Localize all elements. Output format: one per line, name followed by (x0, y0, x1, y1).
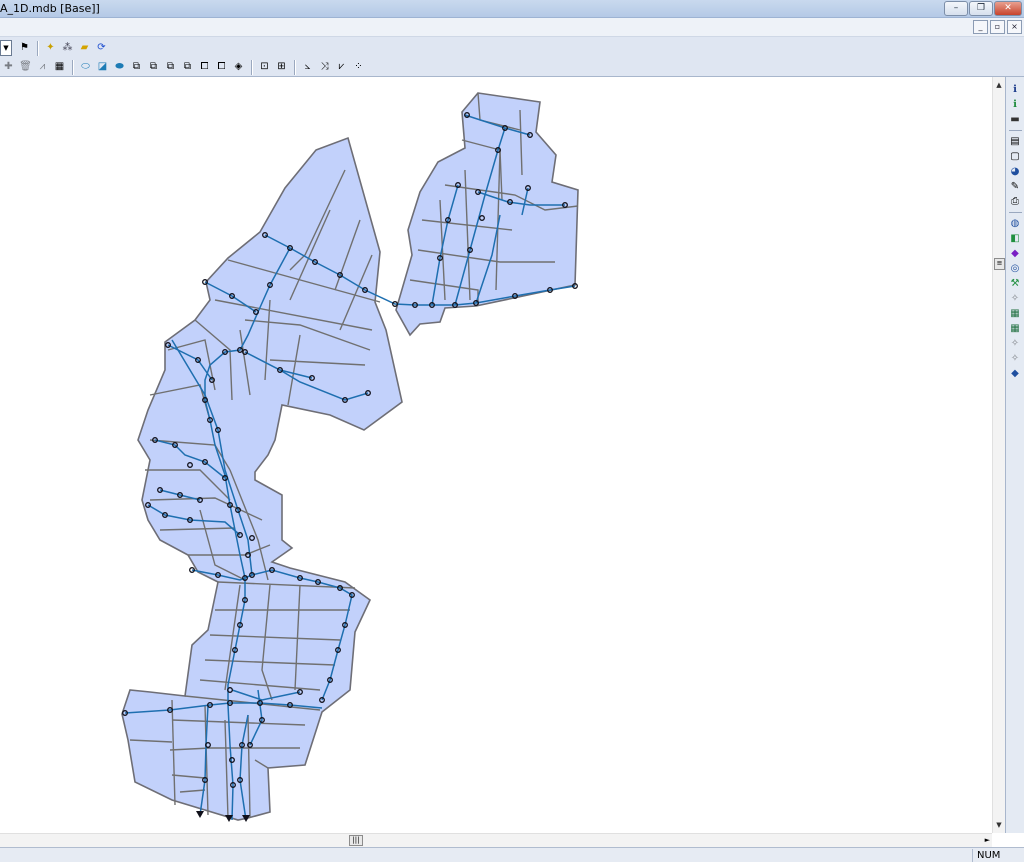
document-controls: _ ▫ × (973, 20, 1022, 34)
flow-icon[interactable]: ⤨ (317, 59, 332, 75)
toolbar-separator (294, 59, 295, 75)
copy-icon[interactable]: ⧠ (197, 59, 212, 75)
delete-icon[interactable]: 🗑 (18, 59, 33, 75)
window-controls: – ❐ ✕ (944, 1, 1022, 16)
toolbar-row-2: ✚ 🗑 ⩘ ▦ ⬭ ◪ ⬬ ⧉ ⧉ ⧉ ⧉ ⧠ ⧠ ◈ ⊡ ⊞ ⦣ ⤨ ⩗ ⁘ (0, 57, 367, 77)
scroll-down-button[interactable]: ▼ (993, 819, 1005, 831)
link-icon[interactable]: ⬬ (112, 59, 127, 75)
layers-icon[interactable]: ◧ (1008, 232, 1022, 245)
profile-icon[interactable]: ⦣ (300, 59, 315, 75)
pin-icon[interactable]: ◆ (1008, 247, 1022, 260)
right-toolbar: ℹ ℹ ▬ ▤ ▢ ◕ ✎ ⎙ ◍ ◧ ◆ ◎ ⚒ ✧ ▦ ▦ ✧ ✧ ◆ (1005, 77, 1024, 833)
select-icon-3[interactable]: ⧉ (163, 59, 178, 75)
layer-dropdown[interactable]: ▼ (0, 40, 12, 56)
add-icon[interactable]: ✚ (1, 59, 16, 75)
application-window: A_1D.mdb [Base]] – ❐ ✕ _ ▫ × ▼ ⚑ ✦ ⁂ ▰ ⟳ ✚ 🗑 ⩘ ▦… (0, 0, 1024, 862)
toolbar-row-1: ▼ ⚑ ✦ ⁂ ▰ ⟳ (0, 38, 110, 58)
close-button[interactable]: ✕ (994, 1, 1022, 16)
search-icon[interactable]: ◎ (1008, 262, 1022, 275)
restore-button[interactable]: ❐ (969, 1, 993, 16)
horizontal-scroll-thumb[interactable]: ||| (349, 835, 363, 846)
grid-icon[interactable]: ▦ (1008, 307, 1022, 320)
doc-minimize-button[interactable]: _ (973, 20, 988, 34)
info-green-icon[interactable]: ℹ (1008, 98, 1022, 111)
cube-icon[interactable]: ◆ (1008, 367, 1022, 380)
print-icon[interactable]: ⎙ (1008, 195, 1022, 208)
coordinate-icon[interactable]: ⁘ (351, 59, 366, 75)
select-icon-4[interactable]: ⧉ (180, 59, 195, 75)
info-icon[interactable]: ℹ (1008, 83, 1022, 96)
tool-disabled-icon[interactable]: ✧ (1008, 292, 1022, 305)
map-view[interactable] (0, 77, 992, 833)
select-icon-2[interactable]: ⧉ (146, 59, 161, 75)
edit-icon[interactable]: ✎ (1008, 180, 1022, 193)
tool-disabled-2-icon[interactable]: ✧ (1008, 337, 1022, 350)
folder-icon[interactable]: ▰ (77, 40, 92, 56)
vertical-scrollbar[interactable]: ▲ ≡ ▼ (992, 77, 1005, 833)
window-title: A_1D.mdb [Base]] (0, 2, 100, 15)
scroll-right-button[interactable]: ► (985, 834, 990, 847)
scroll-up-button[interactable]: ▲ (993, 79, 1005, 91)
doc-restore-button[interactable]: ▫ (990, 20, 1005, 34)
properties-icon[interactable]: ▤ (1008, 135, 1022, 148)
toolbar-separator (1008, 130, 1022, 131)
network-map[interactable] (0, 77, 992, 833)
graph-icon[interactable]: ⩗ (334, 59, 349, 75)
select-icon-1[interactable]: ⧉ (129, 59, 144, 75)
globe-icon[interactable]: ◍ (1008, 217, 1022, 230)
toolbar-separator (251, 59, 252, 75)
toolbar-separator (1008, 212, 1022, 213)
tag-icon[interactable]: ◈ (231, 59, 246, 75)
toolbar-separator (72, 59, 73, 75)
import-icon[interactable]: ⊞ (274, 59, 289, 75)
num-lock-indicator: NUM (972, 849, 1022, 862)
flag-icon[interactable]: ⚑ (17, 40, 32, 56)
chart-icon[interactable]: ⩘ (35, 59, 50, 75)
menu-bar: _ ▫ × (0, 18, 1024, 37)
add-element-icon[interactable]: ✦ (43, 40, 58, 56)
status-bar: NUM (0, 847, 1024, 862)
minus-icon[interactable]: ▬ (1008, 113, 1022, 126)
grid-2-icon[interactable]: ▦ (1008, 322, 1022, 335)
node-icon[interactable]: ◪ (95, 59, 110, 75)
subcatchment-icon[interactable]: ⬭ (78, 59, 93, 75)
horizontal-scrollbar[interactable]: ||| ► (0, 833, 992, 847)
toolbar-area: ▼ ⚑ ✦ ⁂ ▰ ⟳ ✚ 🗑 ⩘ ▦ ⬭ ◪ ⬬ ⧉ ⧉ ⧉ ⧉ ⧠ ⧠ ◈ ⊡ ⊞ ⦣ ⤨ ⩗ ⁘ (0, 37, 1024, 77)
network-icon[interactable]: ⁂ (60, 40, 75, 56)
zoom-icon[interactable]: ◕ (1008, 165, 1022, 178)
edit-table-icon[interactable]: ▦ (52, 59, 67, 75)
refresh-icon[interactable]: ⟳ (94, 40, 109, 56)
minimize-button[interactable]: – (944, 1, 968, 16)
tools-icon[interactable]: ⚒ (1008, 277, 1022, 290)
title-bar: A_1D.mdb [Base]] – ❐ ✕ (0, 0, 1024, 18)
tool-disabled-3-icon[interactable]: ✧ (1008, 352, 1022, 365)
frame-icon[interactable]: ▢ (1008, 150, 1022, 163)
export-icon[interactable]: ⊡ (257, 59, 272, 75)
outfall-icon (196, 811, 204, 818)
toolbar-separator (37, 40, 38, 56)
catchment-area (395, 92, 579, 337)
paste-icon[interactable]: ⧠ (214, 59, 229, 75)
vertical-scroll-thumb[interactable]: ≡ (994, 258, 1005, 270)
doc-close-button[interactable]: × (1007, 20, 1022, 34)
